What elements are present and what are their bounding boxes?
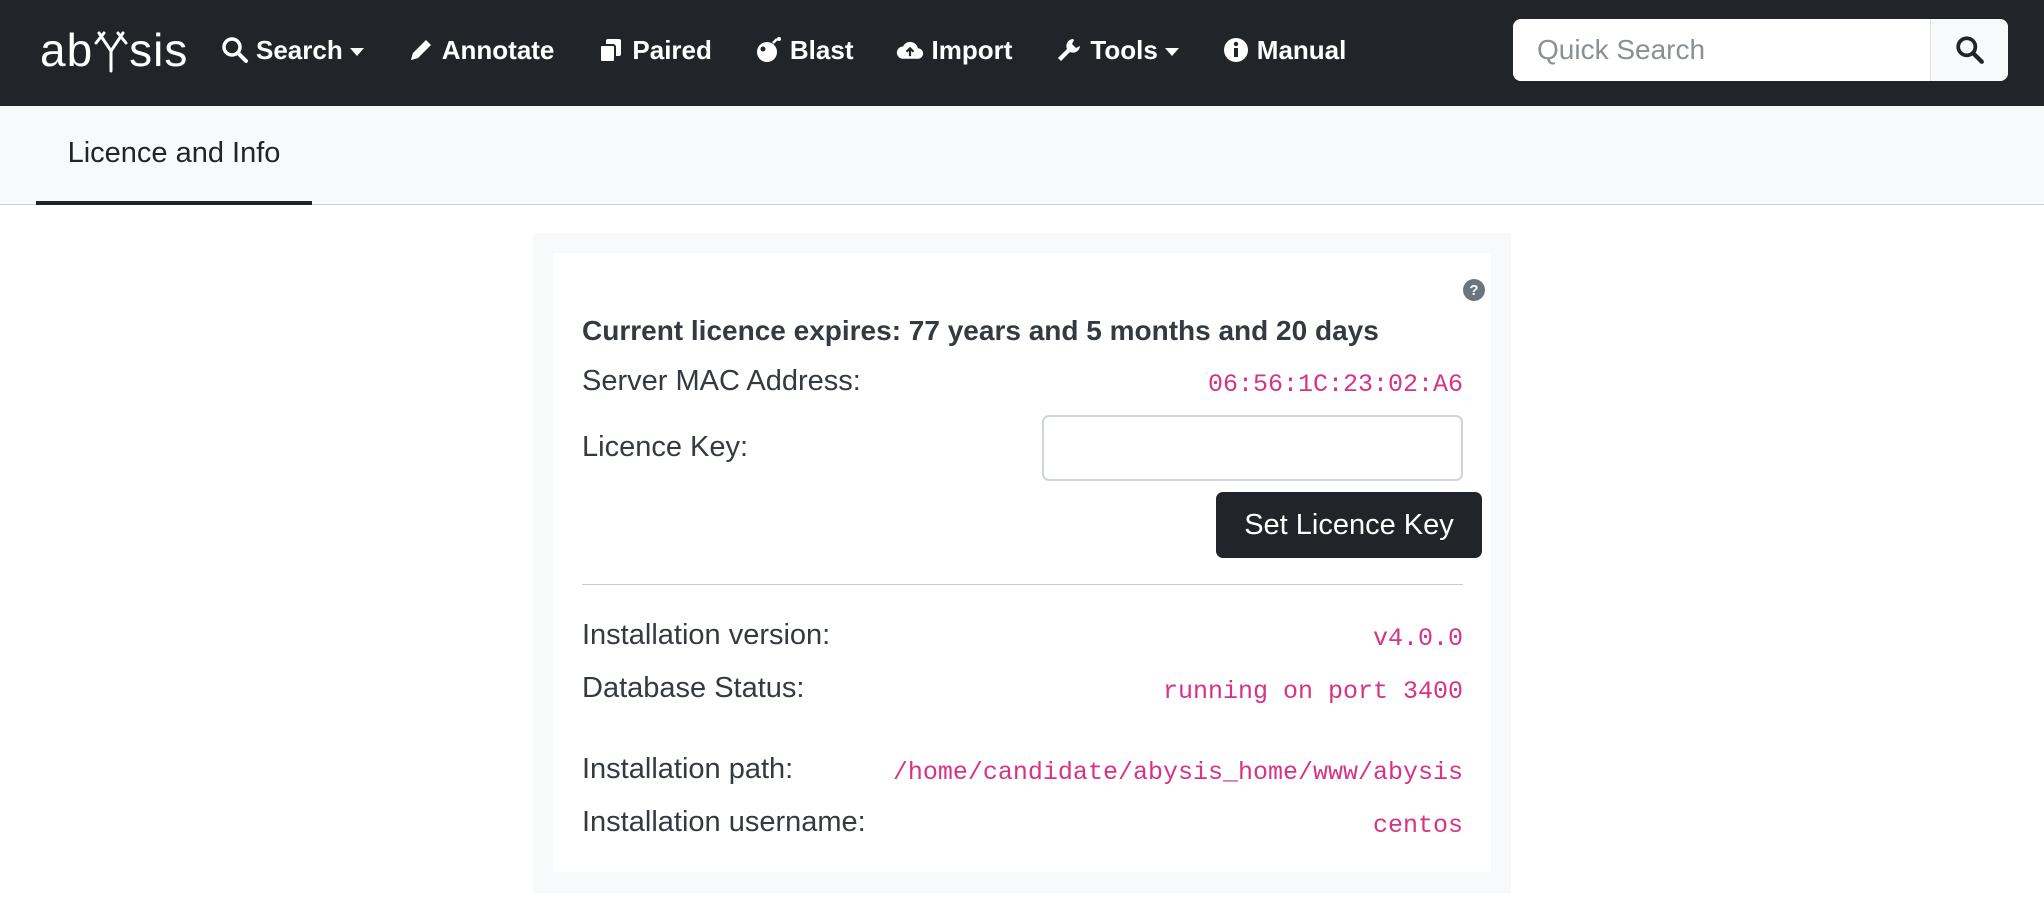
installation-version-label: Installation version: [582,619,831,651]
licence-key-label: Licence Key: [582,431,749,463]
set-licence-key-button[interactable]: Set Licence Key [1216,492,1482,558]
installation-path-value: /home/candidate/abysis_home/www/abysis [892,758,1463,787]
nav-import[interactable]: Import [895,0,1012,100]
chevron-down-icon [349,47,364,56]
cloud-upload-icon [895,35,925,65]
licence-expiry-text: Current licence expires: 77 years and 5 … [582,315,1379,346]
nav-annotate[interactable]: Annotate [406,0,555,100]
help-icon[interactable]: ? [1463,279,1485,301]
nav-import-label: Import [931,34,1013,65]
quick-search [1513,19,2008,81]
licence-key-input[interactable] [1042,415,1463,481]
logo-text-start: ab [40,24,94,76]
nav-tools-label: Tools [1090,34,1158,65]
mac-address-label: Server MAC Address: [582,365,861,397]
search-icon [1955,36,1984,64]
nav-blast-label: Blast [789,34,854,65]
nav-search[interactable]: Search [220,0,364,100]
nav-search-label: Search [256,34,343,65]
nav-manual-label: Manual [1256,34,1347,65]
quick-search-button[interactable] [1931,19,2008,81]
tab-licence-and-info[interactable]: Licence and Info [36,106,312,205]
licence-card-body: ? Current licence expires: 77 years and … [553,253,1491,872]
wrench-icon [1054,35,1084,65]
section-divider [582,584,1463,585]
nav-paired[interactable]: Paired [596,0,712,100]
installation-username-value: centos [1372,811,1463,840]
pencil-icon [406,35,436,65]
logo-text-end: sis [129,24,189,76]
installation-version-value: v4.0.0 [1372,624,1463,653]
tab-bar: Licence and Info [0,106,2044,205]
database-status-label: Database Status: [582,672,805,704]
main-menu: Search Annotate Paired Blast Import Tool… [220,0,1388,100]
database-status-value: running on port 3400 [1162,677,1463,706]
bomb-icon [754,35,784,65]
nav-manual[interactable]: Manual [1221,0,1347,100]
chevron-down-icon [1164,47,1179,56]
installation-username-label: Installation username: [582,806,866,838]
nav-blast[interactable]: Blast [754,0,854,100]
nav-paired-label: Paired [632,34,712,65]
quick-search-input[interactable] [1513,19,1931,81]
abysis-logo[interactable]: ab sis [40,20,188,80]
info-circle-icon [1221,35,1251,65]
top-navbar: ab sis Search Annotate Paired Blast Impo… [0,0,2044,106]
nav-annotate-label: Annotate [441,34,555,65]
copy-icon [596,35,626,65]
nav-tools[interactable]: Tools [1054,0,1179,100]
licence-card: ? Current licence expires: 77 years and … [533,233,1511,893]
search-icon [220,35,250,65]
antibody-y-icon [94,31,128,73]
installation-path-label: Installation path: [582,753,794,785]
mac-address-value: 06:56:1C:23:02:A6 [1207,370,1463,399]
